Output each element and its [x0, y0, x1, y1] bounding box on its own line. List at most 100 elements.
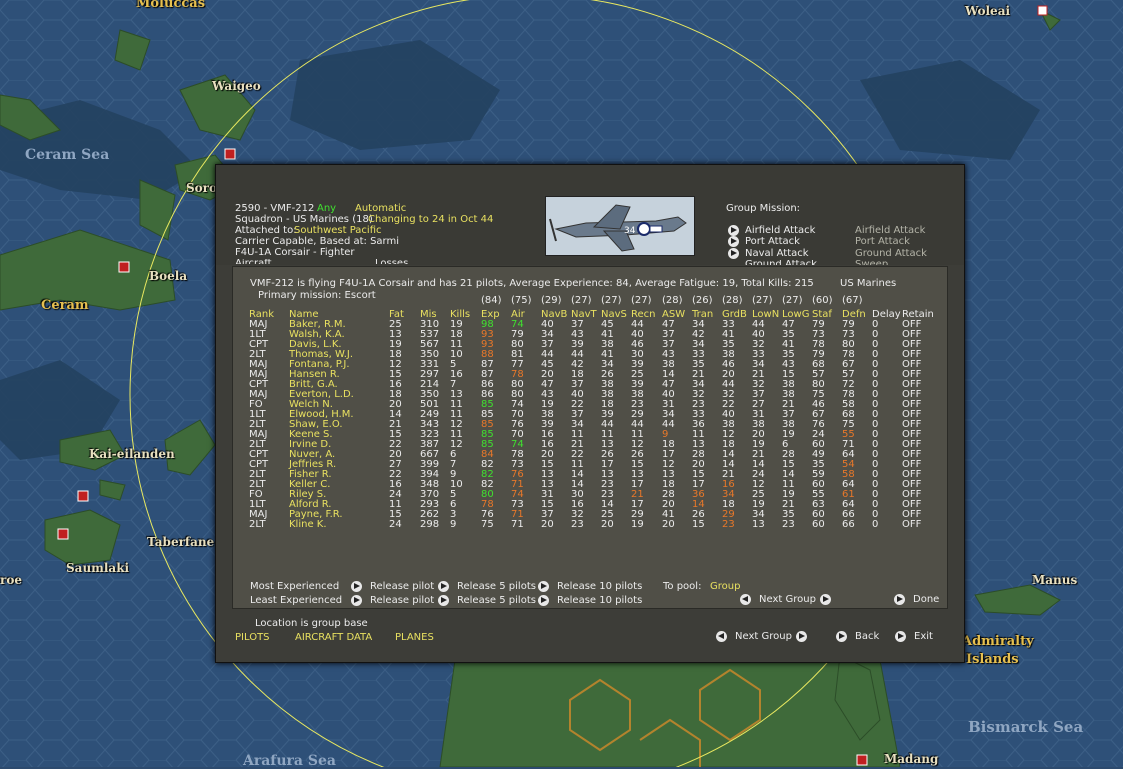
map-label-bismarck-sea: Bismarck Sea: [968, 718, 1084, 736]
attached-hq-link[interactable]: Southwest Pacific: [294, 226, 382, 236]
release-least-1[interactable]: Release pilot: [370, 596, 434, 606]
map-label-waigeo: Waigeo: [212, 79, 261, 93]
release-arrow-icon[interactable]: [438, 595, 449, 606]
average-cell: (28): [662, 295, 683, 306]
mission-current-2: Port Attack: [855, 236, 910, 247]
group-mission-label: Group Mission:: [726, 203, 801, 214]
exit-button[interactable]: Exit: [914, 632, 933, 642]
average-cell: (60): [812, 295, 833, 306]
map-label-woleai: Woleai: [965, 4, 1011, 18]
tab-aircraft-data[interactable]: AIRCRAFT DATA: [295, 633, 372, 643]
pilot-name-cell[interactable]: Kline K.: [289, 520, 327, 530]
prev-group-icon[interactable]: [716, 631, 727, 642]
service-label: US Marines: [840, 278, 897, 289]
mission-current-4: Sweep: [855, 260, 888, 265]
map-label-roe: roe: [0, 573, 22, 587]
map-label-kai-eilanden: Kai-eilanden: [89, 447, 175, 461]
average-cell: (28): [722, 295, 743, 306]
summary-line: VMF-212 is flying F4U-1A Corsair and has…: [250, 278, 814, 289]
map-label-boela: Boela: [149, 269, 188, 283]
release-arrow-icon[interactable]: [351, 581, 362, 592]
tab-pilots[interactable]: PILOTS: [235, 633, 270, 643]
map-label-soro: Soro: [186, 181, 217, 195]
pilot-asw-cell: 20: [662, 519, 675, 530]
mission-current-1: Airfield Attack: [855, 225, 926, 236]
back-button[interactable]: Back: [855, 632, 879, 642]
any-toggle[interactable]: Any: [317, 204, 336, 214]
mission-option-naval[interactable]: Naval Attack: [745, 249, 809, 259]
aircraft-image: 34: [545, 196, 695, 256]
tab-planes[interactable]: PLANES: [395, 633, 434, 643]
done-arrow-icon[interactable]: [894, 594, 905, 605]
average-cell: (27): [752, 295, 773, 306]
back-arrow-icon[interactable]: [836, 631, 847, 642]
average-cell: (27): [571, 295, 592, 306]
next-group-button[interactable]: Next Group: [759, 595, 816, 605]
pilot-rank-cell: 2LT: [249, 519, 266, 530]
pool-target[interactable]: Group: [710, 582, 740, 592]
mission-arrow-icon[interactable]: [728, 236, 739, 247]
next-group-button-bottom[interactable]: Next Group: [735, 632, 792, 642]
release-most-1[interactable]: Release pilot: [370, 582, 434, 592]
pilot-navt-cell: 23: [571, 519, 584, 530]
unit-id: 2590 - VMF-212: [235, 203, 315, 214]
average-cell: (27): [601, 295, 622, 306]
pilot-navs-cell: 20: [601, 519, 614, 530]
release-least-5[interactable]: Release 5 pilots: [457, 596, 536, 606]
mission-arrow-icon[interactable]: [728, 248, 739, 259]
done-button[interactable]: Done: [913, 595, 939, 605]
mission-option-ground[interactable]: Ground Attack: [745, 260, 817, 265]
mission-option-airfield[interactable]: Airfield Attack: [745, 226, 815, 236]
average-cell: (29): [541, 295, 562, 306]
release-most-5[interactable]: Release 5 pilots: [457, 582, 536, 592]
map-label-moluccas: Moluccas: [136, 0, 206, 11]
pilot-roster-panel: VMF-212 is flying F4U-1A Corsair and has…: [232, 266, 948, 609]
next-group-icon[interactable]: [820, 594, 831, 605]
map-label-islands: Islands: [966, 652, 1019, 667]
average-cell: (27): [782, 295, 803, 306]
pilot-tran-cell: 15: [692, 519, 705, 530]
pilot-exp-cell: 75: [481, 519, 494, 530]
location-note: Location is group base: [255, 618, 368, 629]
release-least-10[interactable]: Release 10 pilots: [557, 596, 642, 606]
average-cell: (27): [631, 295, 652, 306]
map-label-taberfane: Taberfane: [147, 535, 215, 549]
pilot-air-cell: 71: [511, 519, 524, 530]
pilot-kills-cell: 9: [450, 519, 457, 530]
to-pool-label: To pool:: [663, 581, 702, 592]
average-cell: (26): [692, 295, 713, 306]
release-arrow-icon[interactable]: [351, 595, 362, 606]
next-group-icon[interactable]: [796, 631, 807, 642]
air-group-dialog: 2590 - VMF-212 Any Automatic Squadron - …: [215, 164, 965, 663]
pilot-lowg-cell: 23: [782, 519, 795, 530]
pilot-staf-cell: 60: [812, 519, 825, 530]
losses-label: Losses: [375, 259, 408, 264]
map-label-manus: Manus: [1032, 573, 1078, 587]
pilot-fat-cell: 24: [389, 519, 402, 530]
aircraft-type: F4U-1A Corsair - Fighter: [235, 247, 355, 258]
map-label-ceram: Ceram: [41, 298, 89, 313]
primary-mission: Primary mission: Escort: [258, 290, 376, 301]
mission-option-port[interactable]: Port Attack: [745, 237, 800, 247]
exit-arrow-icon[interactable]: [895, 631, 906, 642]
map-label-ceram-sea: Ceram Sea: [25, 147, 110, 163]
pilot-lown-cell: 13: [752, 519, 765, 530]
pilot-retain-cell: OFF: [902, 519, 922, 530]
map-label-madang: Madang: [884, 752, 939, 766]
map-label-saumlaki: Saumlaki: [66, 561, 130, 575]
release-arrow-icon[interactable]: [538, 581, 549, 592]
release-arrow-icon[interactable]: [538, 595, 549, 606]
release-arrow-icon[interactable]: [438, 581, 449, 592]
automatic-toggle[interactable]: Automatic: [355, 204, 406, 214]
average-cell: (75): [511, 295, 532, 306]
prev-group-icon[interactable]: [740, 594, 751, 605]
squadron-info: Squadron - US Marines (18): [235, 214, 373, 225]
average-cell: (67): [842, 295, 863, 306]
least-experienced-label: Least Experienced: [250, 595, 343, 606]
mission-arrow-icon[interactable]: [728, 225, 739, 236]
group-header: 2590 - VMF-212 Any Automatic Squadron - …: [216, 165, 964, 265]
release-most-10[interactable]: Release 10 pilots: [557, 582, 642, 592]
pilot-grdb-cell: 23: [722, 519, 735, 530]
attached-label: Attached to:: [235, 225, 297, 236]
pilot-mis-cell: 298: [420, 519, 440, 530]
